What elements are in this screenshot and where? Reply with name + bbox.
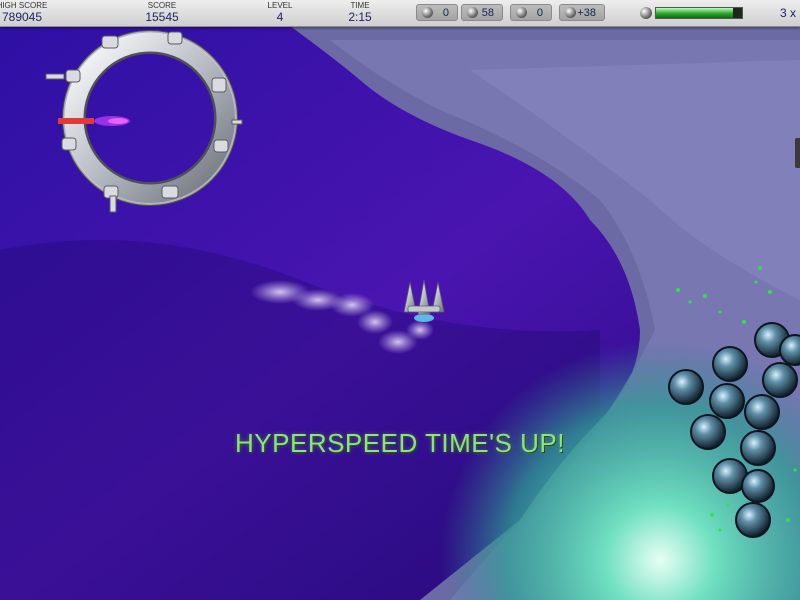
hud-bar: HIGH SCORE 789045 SCORE 15545 LEVEL 4 TI… xyxy=(0,0,800,27)
time-value: 2:15 xyxy=(348,10,372,24)
time: TIME 2:15 xyxy=(340,1,380,24)
ship-shield-icon xyxy=(640,7,652,19)
time-label: TIME xyxy=(350,1,370,10)
score-label: SCORE xyxy=(147,1,177,10)
crystal-count: 58 xyxy=(481,7,494,19)
missile-icon xyxy=(422,7,433,18)
high-score: HIGH SCORE 789045 xyxy=(0,1,52,24)
high-score-value: 789045 xyxy=(1,10,43,24)
crystal-slot: 58 xyxy=(461,4,503,21)
bomb-count: 0 xyxy=(536,7,543,19)
level-label: LEVEL xyxy=(267,1,293,10)
level-value: 4 xyxy=(276,10,284,24)
bomb-icon xyxy=(516,7,527,18)
missile-count: 0 xyxy=(442,7,449,19)
missile-slot: 0 xyxy=(416,4,458,21)
shield-energy-bar xyxy=(655,7,743,19)
screen-edge-tab xyxy=(795,138,800,168)
bonus-icon xyxy=(565,7,576,18)
bonus-slot: +38 xyxy=(559,4,605,21)
bomb-slot: 0 xyxy=(510,4,552,21)
score-value: 15545 xyxy=(145,10,179,24)
playfield xyxy=(0,0,800,600)
lives-count: 3 x xyxy=(779,6,796,20)
hyperspeed-message: HYPERSPEED TIME'S UP! xyxy=(235,428,565,458)
crystal-icon xyxy=(467,7,478,18)
score: SCORE 15545 xyxy=(137,1,187,24)
shield-energy-fill xyxy=(656,8,734,18)
bonus-count: +38 xyxy=(577,7,596,19)
level: LEVEL 4 xyxy=(260,1,300,24)
high-score-label: HIGH SCORE xyxy=(0,1,48,10)
